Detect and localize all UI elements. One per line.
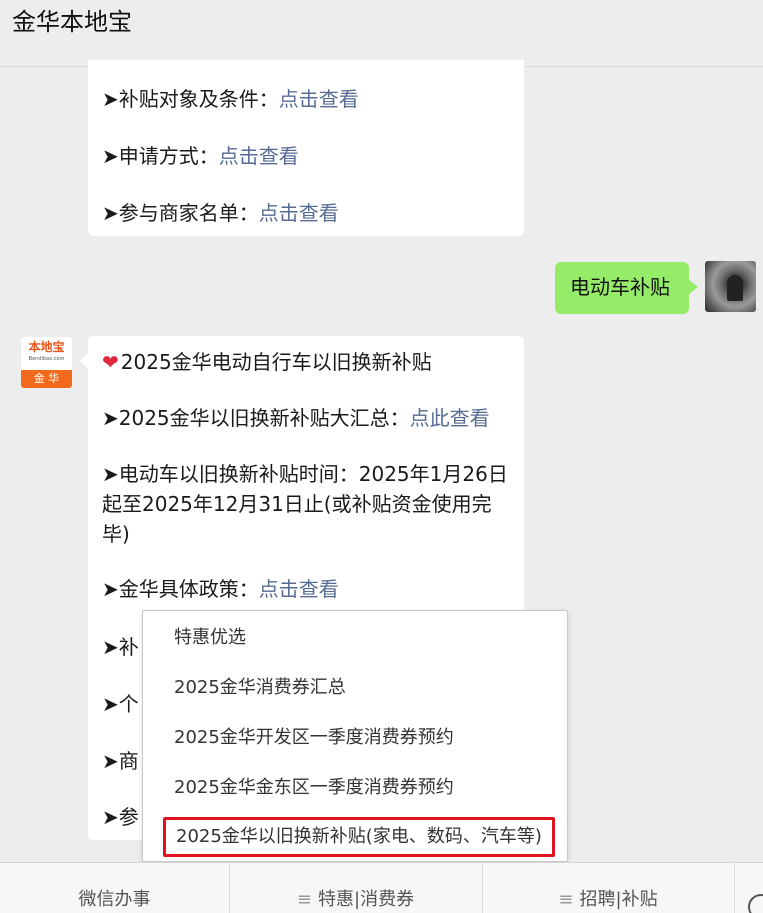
emoji-icon — [748, 894, 763, 913]
heading-text: 2025金华电动自行车以旧换新补贴 — [120, 350, 432, 374]
view-link[interactable]: 点击查看 — [279, 87, 359, 111]
list-item-label: ➤金华具体政策： — [102, 577, 259, 601]
list-item-label: ➤参与商家名单： — [102, 201, 259, 225]
avatar-logo-city: 金 华 — [21, 370, 72, 388]
person-silhouette-icon — [727, 275, 743, 301]
list-item: ➤参与商家名单：点击查看 — [102, 198, 339, 228]
avatar-logo-text: 本地宝 — [28, 340, 65, 354]
tab-jobs-subsidies[interactable]: ≡ 招聘|补贴 — [482, 863, 735, 913]
menu-icon: ≡ — [558, 889, 574, 910]
avatar-logo-url: Bendibao.com — [28, 356, 65, 362]
view-link[interactable]: 点击查看 — [259, 577, 339, 601]
tab-label: 招聘|补贴 — [579, 889, 658, 910]
list-item: ➤申请方式：点击查看 — [102, 141, 299, 171]
list-item: ➤补贴对象及条件：点击查看 — [102, 84, 359, 114]
list-item: ➤2025金华以旧换新补贴大汇总：点此查看 — [102, 403, 490, 433]
list-item: ➤电动车以旧换新补贴时间：2025年1月26日起至2025年12月31日止(或补… — [102, 462, 508, 546]
tab-label: 特惠|消费券 — [318, 889, 415, 910]
list-item: ➤补 — [102, 635, 139, 659]
chat-page: 金华本地宝 ➤补贴对象及条件：点击查看 ➤申请方式：点击查看 ➤参与商家名单：点… — [0, 0, 763, 913]
menu-item-jindong-coupon[interactable]: 2025金华金东区一季度消费券预约 — [174, 775, 454, 801]
view-link[interactable]: 点击查看 — [259, 201, 339, 225]
bot-message-bubble: ➤补贴对象及条件：点击查看 ➤申请方式：点击查看 ➤参与商家名单：点击查看 — [88, 60, 524, 236]
list-item: ➤参 — [102, 805, 139, 829]
tab-label: 微信办事 — [78, 889, 151, 910]
message-heading: ❤ 2025金华电动自行车以旧换新补贴 — [102, 347, 432, 377]
list-item: ➤个 — [102, 692, 139, 716]
menu-icon: ≡ — [296, 889, 312, 910]
chat-title: 金华本地宝 — [12, 8, 132, 36]
heart-icon: ❤ — [102, 350, 119, 374]
menu-item-trade-in-subsidy[interactable]: 2025金华以旧换新补贴(家电、数码、汽车等) — [163, 817, 555, 857]
list-item: ➤商 — [102, 749, 139, 773]
user-message-bubble[interactable]: 电动车补贴 — [555, 262, 698, 314]
chat-header: 金华本地宝 — [0, 0, 763, 67]
view-link[interactable]: 点此查看 — [410, 406, 490, 430]
menu-item-dev-zone-coupon[interactable]: 2025金华开发区一季度消费券预约 — [174, 725, 454, 751]
bot-avatar[interactable]: 本地宝 Bendibao.com 金 华 — [21, 337, 72, 388]
list-item: ➤金华具体政策：点击查看 — [102, 574, 339, 604]
user-avatar[interactable] — [705, 261, 756, 312]
view-link[interactable]: 点击查看 — [219, 144, 299, 168]
list-item-label: ➤2025金华以旧换新补贴大汇总： — [102, 406, 410, 430]
list-item-label: ➤补贴对象及条件： — [102, 87, 279, 111]
popup-menu: 特惠优选 2025金华消费券汇总 2025金华开发区一季度消费券预约 2025金… — [142, 610, 568, 862]
list-item-label: ➤申请方式： — [102, 144, 219, 168]
menu-item-coupon-summary[interactable]: 2025金华消费券汇总 — [174, 675, 346, 701]
tab-offers-coupons[interactable]: ≡ 特惠|消费券 — [229, 863, 483, 913]
menu-item-special-offers[interactable]: 特惠优选 — [174, 625, 246, 651]
emoji-button[interactable] — [734, 863, 763, 913]
tab-wechat-services[interactable]: 微信办事 — [0, 863, 230, 913]
bottom-menu-bar: 微信办事 ≡ 特惠|消费券 ≡ 招聘|补贴 — [0, 862, 763, 913]
user-message-text: 电动车补贴 — [570, 275, 670, 299]
